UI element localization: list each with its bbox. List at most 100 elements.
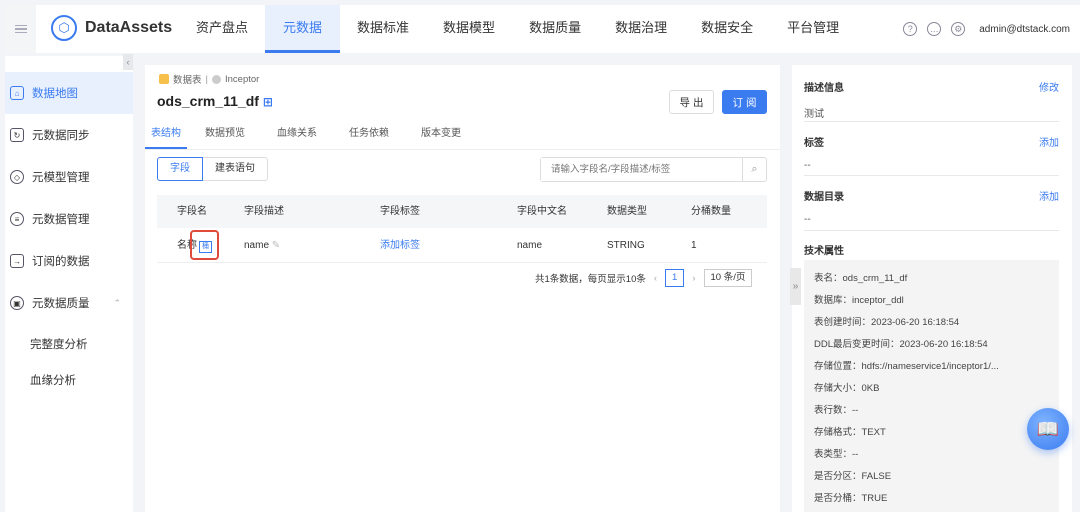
database-icon: ≡ bbox=[10, 212, 24, 226]
nav-asset-inventory[interactable]: 资产盘点 bbox=[179, 5, 265, 53]
section-title: 描述信息 bbox=[804, 83, 844, 94]
nav-data-governance[interactable]: 数据治理 bbox=[598, 5, 684, 53]
add-tag-link[interactable]: 添加标签 bbox=[380, 228, 420, 263]
inceptor-icon bbox=[211, 74, 221, 84]
prop-bucketed: 是否分桶：TRUE bbox=[814, 493, 888, 504]
section-title: 技术属性 bbox=[804, 246, 844, 257]
nav-data-quality[interactable]: 数据质量 bbox=[512, 5, 598, 53]
detail-panel: 描述信息 修改 测试 标签 添加 -- 数据目录 添加 -- 技术属性 表名：ods_crm… bbox=[792, 65, 1072, 512]
nav-data-standard[interactable]: 数据标准 bbox=[340, 5, 426, 53]
sidebar-item-metadata-sync[interactable]: ↻ 元数据同步 bbox=[5, 114, 133, 156]
export-button[interactable]: 导 出 bbox=[669, 90, 714, 114]
table-row: 名称桶 name ✎ 添加标签 name STRING 1 bbox=[157, 228, 767, 263]
sidebar-item-metadata-manage[interactable]: ≡ 元数据管理 bbox=[5, 198, 133, 240]
sidebar-item-lineage-analysis[interactable]: 血缘分析 bbox=[5, 359, 133, 401]
prop-created: 表创建时间：2023-06-20 16:18:54 bbox=[814, 317, 960, 328]
sidebar-collapse-button[interactable]: ‹ bbox=[123, 54, 133, 70]
page-size-select[interactable]: 10 条/页 bbox=[703, 269, 753, 287]
seg-ddl[interactable]: 建表语句 bbox=[203, 157, 268, 181]
page-1[interactable]: 1 bbox=[665, 269, 685, 287]
prop-database: 数据库：inceptor_ddl bbox=[814, 295, 904, 306]
crumb-source: Inceptor bbox=[224, 73, 260, 85]
nav-metadata[interactable]: 元数据 bbox=[265, 5, 341, 53]
page-title: ods_crm_11_df ⊞ bbox=[157, 93, 273, 109]
top-header: ⬡ DataAssets 资产盘点 元数据 数据标准 数据模型 数据质量 数据治理… bbox=[5, 5, 1080, 53]
folder-sync-icon: ↻ bbox=[10, 128, 24, 142]
tag-section: 标签 添加 -- bbox=[804, 134, 1059, 171]
prop-ddl-changed: DDL最后变更时间：2023-06-20 16:18:54 bbox=[814, 339, 988, 350]
tag-value: -- bbox=[804, 160, 811, 171]
user-account[interactable]: admin@dtstack.com bbox=[979, 24, 1070, 35]
catalog-section: 数据目录 添加 -- bbox=[804, 188, 1059, 225]
nav-platform-admin[interactable]: 平台管理 bbox=[770, 5, 856, 53]
add-tag-link[interactable]: 添加 bbox=[1039, 134, 1059, 149]
add-catalog-link[interactable]: 添加 bbox=[1039, 188, 1059, 203]
gear-icon[interactable]: ⚙ bbox=[951, 22, 966, 36]
prop-rows: 表行数：-- bbox=[814, 405, 859, 416]
nav-data-model[interactable]: 数据模型 bbox=[426, 5, 512, 53]
sidebar-item-label: 完整度分析 bbox=[30, 339, 88, 351]
menu-toggle-button[interactable] bbox=[5, 5, 36, 53]
pagination: 共1条数据，每页显示10条 ‹ 1 › 10 条/页 bbox=[535, 269, 753, 287]
section-title: 数据目录 bbox=[804, 192, 844, 203]
table-icon bbox=[159, 74, 169, 84]
next-page-button[interactable]: › bbox=[692, 273, 695, 284]
sidebar-item-metamodel[interactable]: ◇ 元模型管理 bbox=[5, 156, 133, 198]
tab-structure[interactable]: 表结构 bbox=[145, 125, 187, 149]
col-header: 字段描述 bbox=[244, 206, 284, 217]
sidebar-item-label: 血缘分析 bbox=[30, 375, 76, 387]
shield-icon: ▣ bbox=[10, 296, 24, 310]
prop-location: 存储位置：hdfs://nameservice1/inceptor1/... bbox=[814, 361, 999, 372]
tab-version-change[interactable]: 版本变更 bbox=[415, 125, 475, 149]
search-input[interactable] bbox=[541, 158, 742, 181]
tab-preview[interactable]: 数据预览 bbox=[199, 125, 259, 149]
chevron-up-icon[interactable]: ⌃ bbox=[114, 298, 122, 309]
sidebar-item-label: 订阅的数据 bbox=[32, 256, 90, 268]
table-grid-icon[interactable]: ⊞ bbox=[263, 95, 273, 109]
tab-lineage[interactable]: 血缘关系 bbox=[271, 125, 331, 149]
edit-icon[interactable]: ✎ bbox=[272, 240, 280, 251]
field-buckets: 1 bbox=[691, 240, 697, 251]
sidebar-item-label: 元数据管理 bbox=[32, 214, 90, 226]
book-location-icon: 📖 bbox=[1036, 418, 1060, 439]
expand-panel-button[interactable]: » bbox=[790, 268, 801, 305]
seg-fields[interactable]: 字段 bbox=[157, 157, 203, 181]
sidebar-item-subscribed[interactable]: → 订阅的数据 bbox=[5, 240, 133, 282]
view-toggle: 字段 建表语句 bbox=[157, 157, 268, 181]
prop-size: 存储大小：0KB bbox=[814, 383, 880, 394]
search-icon[interactable]: ⌕ bbox=[742, 158, 766, 181]
tab-bar: 表结构 数据预览 血缘关系 任务依赖 版本变更 bbox=[145, 125, 780, 150]
col-header: 字段名 bbox=[177, 206, 207, 217]
cube-icon: ⬡ bbox=[51, 15, 77, 41]
prop-table-type: 表类型：-- bbox=[814, 449, 859, 460]
field-search: ⌕ bbox=[540, 157, 767, 182]
map-guide-button[interactable]: 📖 bbox=[1027, 408, 1069, 450]
col-header: 数据类型 bbox=[607, 206, 647, 217]
sidebar-item-data-map[interactable]: ⌂ 数据地图 bbox=[5, 72, 133, 114]
message-icon[interactable]: … bbox=[927, 22, 942, 36]
section-title: 标签 bbox=[804, 138, 824, 149]
field-cn-name: name bbox=[517, 240, 543, 251]
cube-icon: ◇ bbox=[10, 170, 24, 184]
table-name: ods_crm_11_df bbox=[157, 93, 259, 109]
highlight-box bbox=[190, 230, 219, 260]
logo[interactable]: ⬡ DataAssets bbox=[51, 15, 172, 41]
breadcrumb: 数据表 | Inceptor bbox=[159, 72, 259, 86]
edit-desc-link[interactable]: 修改 bbox=[1039, 79, 1059, 94]
tab-task-dependency[interactable]: 任务依赖 bbox=[343, 125, 403, 149]
help-icon[interactable]: ? bbox=[903, 22, 918, 36]
crumb-type: 数据表 bbox=[173, 75, 202, 86]
col-header: 字段中文名 bbox=[517, 206, 567, 217]
prop-partitioned: 是否分区：FALSE bbox=[814, 471, 892, 482]
sidebar-item-label: 数据地图 bbox=[32, 88, 78, 100]
prev-page-button[interactable]: ‹ bbox=[654, 273, 657, 284]
sidebar-item-label: 元数据质量 bbox=[32, 298, 90, 310]
col-header: 分桶数量 bbox=[691, 206, 731, 217]
nav-data-security[interactable]: 数据安全 bbox=[684, 5, 770, 53]
prop-format: 存储格式：TEXT bbox=[814, 427, 886, 438]
field-desc: name ✎ bbox=[244, 240, 281, 251]
field-type: STRING bbox=[607, 240, 645, 251]
main-nav: 资产盘点 元数据 数据标准 数据模型 数据质量 数据治理 数据安全 平台管理 bbox=[179, 5, 856, 53]
subscribe-button[interactable]: 订 阅 bbox=[722, 90, 767, 114]
sidebar-item-metadata-quality[interactable]: ▣ 元数据质量 ⌃ bbox=[5, 282, 133, 324]
